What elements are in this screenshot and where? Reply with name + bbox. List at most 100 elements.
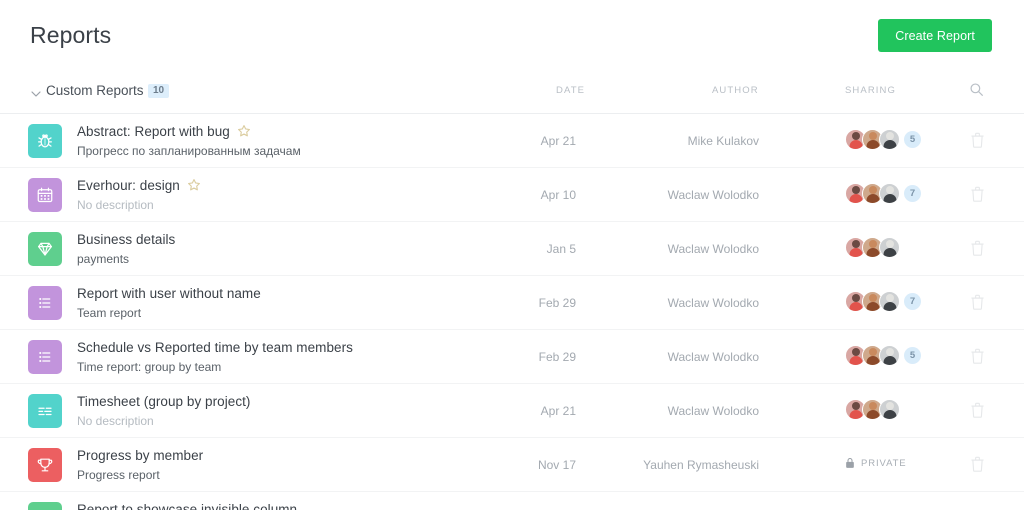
shared-avatars[interactable]	[845, 236, 900, 258]
shared-avatars[interactable]: 7	[845, 290, 921, 312]
shared-avatars[interactable]: 5	[845, 128, 921, 150]
avatar[interactable]	[879, 128, 900, 150]
table-row[interactable]: Abstract: Report with bug Прогресс по зап…	[0, 113, 1024, 167]
section-title[interactable]: Custom Reports	[46, 83, 144, 98]
shared-count-badge: 5	[904, 130, 921, 148]
report-author: Waclaw Wolodko	[667, 296, 759, 310]
table-row[interactable]: Everhour: design No description Apr 10 Wacl…	[0, 167, 1024, 221]
report-date: Apr 10	[540, 188, 576, 202]
report-description: No description	[77, 414, 154, 428]
report-date: Feb 29	[538, 350, 576, 364]
report-sharing: 5	[845, 128, 921, 154]
trophy-icon	[28, 448, 62, 482]
report-title[interactable]: Report to showcase invisible column	[77, 502, 297, 510]
report-description: Прогресс по запланированным задачам	[77, 144, 301, 158]
table-row[interactable]: Report to showcase invisible column	[0, 491, 1024, 510]
report-name-block: Timesheet (group by project) No descripti…	[77, 393, 250, 428]
favorite-star-icon[interactable]	[187, 178, 201, 192]
report-sharing: 7	[845, 290, 921, 316]
favorite-star-icon[interactable]	[237, 124, 251, 138]
list-icon	[28, 340, 62, 374]
list-icon	[28, 286, 62, 320]
report-name-block: Everhour: design No description	[77, 177, 201, 212]
page-header: Reports Create Report	[0, 0, 1024, 72]
report-name-block: Schedule vs Reported time by team member…	[77, 339, 353, 374]
table-row[interactable]: Business details payments Jan 5 Waclaw Wolo…	[0, 221, 1024, 275]
report-title[interactable]: Abstract: Report with bug	[77, 124, 230, 139]
search-icon[interactable]	[969, 82, 984, 97]
report-name-block: Report with user without name Team report	[77, 285, 261, 320]
diamond-icon	[28, 232, 62, 266]
avatar[interactable]	[879, 344, 900, 366]
report-title[interactable]: Progress by member	[77, 448, 203, 463]
create-report-button[interactable]: Create Report	[878, 19, 992, 52]
reports-list: Abstract: Report with bug Прогресс по зап…	[0, 113, 1024, 510]
chevron-down-icon[interactable]	[31, 89, 41, 98]
reports-page: Reports Create Report Custom Reports 10 …	[0, 0, 1024, 510]
shared-count-badge: 7	[904, 292, 921, 310]
avatar[interactable]	[879, 290, 900, 312]
report-name-block: Report to showcase invisible column	[77, 501, 297, 510]
timesheet-icon	[28, 394, 62, 428]
report-name-block: Business details payments	[77, 231, 175, 266]
report-author: Yauhen Rymasheuski	[643, 458, 759, 472]
report-date: Apr 21	[540, 404, 576, 418]
table-row[interactable]: Schedule vs Reported time by team member…	[0, 329, 1024, 383]
report-name-block: Progress by member Progress report	[77, 447, 203, 482]
list-header: Custom Reports 10 DATE AUTHOR SHARING	[0, 80, 1024, 113]
report-description: payments	[77, 252, 130, 266]
private-badge: PRIVATE	[845, 452, 907, 474]
trash-icon[interactable]	[971, 186, 984, 202]
column-header-date[interactable]: DATE	[556, 85, 585, 96]
report-date: Jan 5	[546, 242, 576, 256]
report-description: Time report: group by team	[77, 360, 222, 374]
shared-avatars[interactable]	[845, 398, 900, 420]
report-author: Waclaw Wolodko	[667, 404, 759, 418]
avatar[interactable]	[879, 182, 900, 204]
shared-count-badge: 7	[904, 184, 921, 202]
report-description: No description	[77, 198, 154, 212]
report-date: Nov 17	[537, 458, 576, 472]
section-count-badge: 10	[148, 84, 170, 98]
report-title[interactable]: Business details	[77, 232, 175, 247]
lock-icon	[845, 457, 855, 469]
shared-count-badge: 5	[904, 346, 921, 364]
page-title: Reports	[30, 22, 112, 48]
trash-icon[interactable]	[971, 294, 984, 310]
report-sharing: 7	[845, 182, 921, 208]
report-title[interactable]: Report with user without name	[77, 286, 261, 301]
report-date: Apr 21	[540, 134, 576, 148]
report-author: Waclaw Wolodko	[667, 350, 759, 364]
report-name-block: Abstract: Report with bug Прогресс по зап…	[77, 123, 301, 158]
avatar[interactable]	[879, 236, 900, 258]
bug-icon	[28, 124, 62, 158]
trash-icon[interactable]	[971, 240, 984, 256]
report-title[interactable]: Schedule vs Reported time by team member…	[77, 340, 353, 355]
trash-icon[interactable]	[971, 348, 984, 364]
report-author: Waclaw Wolodko	[667, 188, 759, 202]
shared-avatars[interactable]: 7	[845, 182, 921, 204]
report-sharing	[845, 236, 900, 262]
shared-avatars[interactable]: 5	[845, 344, 921, 366]
trash-icon[interactable]	[971, 132, 984, 148]
report-author: Mike Kulakov	[687, 134, 759, 148]
trash-icon[interactable]	[971, 402, 984, 418]
private-label: PRIVATE	[861, 457, 907, 469]
report-description: Team report	[77, 306, 142, 320]
column-header-author[interactable]: AUTHOR	[712, 85, 759, 96]
report-title[interactable]: Timesheet (group by project)	[77, 394, 250, 409]
table-row[interactable]: Progress by member Progress report Nov 17 Y…	[0, 437, 1024, 491]
report-sharing: 5	[845, 344, 921, 370]
report-description: Progress report	[77, 468, 160, 482]
avatar[interactable]	[879, 398, 900, 420]
table-row[interactable]: Timesheet (group by project) No descripti…	[0, 383, 1024, 437]
report-author: Waclaw Wolodko	[667, 242, 759, 256]
table-row[interactable]: Report with user without name Team report…	[0, 275, 1024, 329]
report-date: Feb 29	[538, 296, 576, 310]
trash-icon[interactable]	[971, 456, 984, 472]
column-header-sharing[interactable]: SHARING	[845, 85, 896, 96]
report-sharing	[845, 398, 900, 424]
report-sharing: PRIVATE	[845, 452, 907, 478]
blank-icon	[28, 502, 62, 510]
report-title[interactable]: Everhour: design	[77, 178, 180, 193]
